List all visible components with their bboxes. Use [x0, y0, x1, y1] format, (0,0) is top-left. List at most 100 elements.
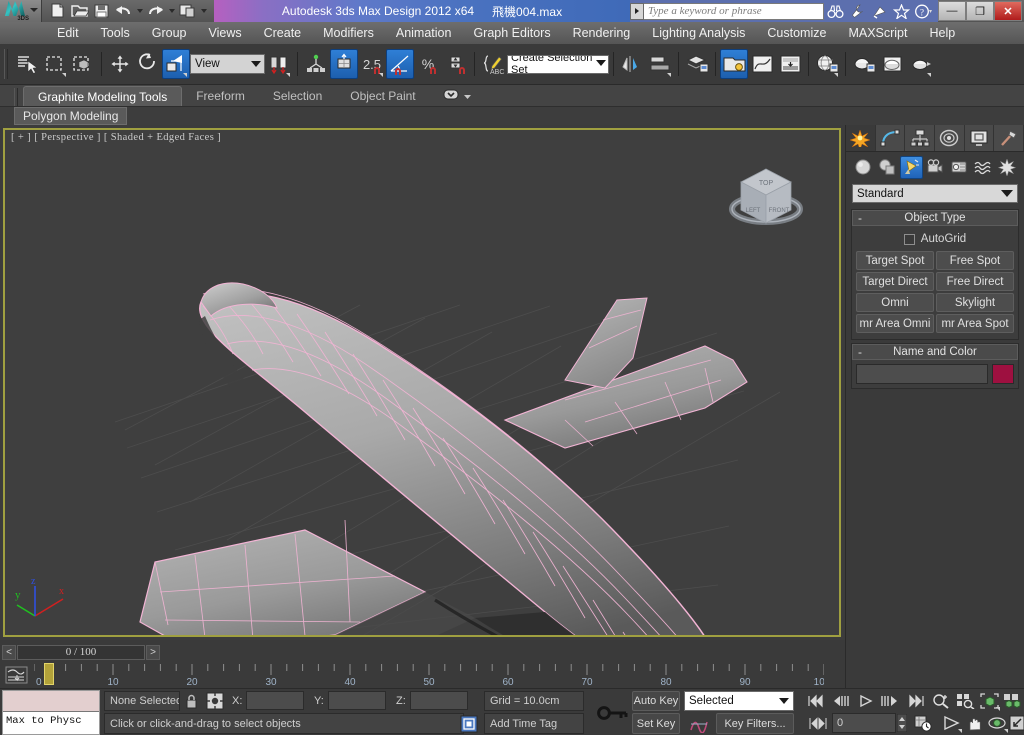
close-button[interactable]: ✕	[994, 1, 1022, 21]
geometry-category[interactable]	[852, 156, 875, 179]
autogrid-row[interactable]: AutoGrid	[856, 233, 1014, 245]
absolute-relative-transform-icon[interactable]	[205, 691, 225, 711]
time-slider-handle[interactable]	[44, 663, 54, 685]
object-color-swatch[interactable]	[992, 364, 1014, 384]
y-coord-field[interactable]	[328, 691, 386, 710]
wrench-icon[interactable]	[846, 1, 868, 21]
menu-item-tools[interactable]: Tools	[90, 22, 141, 44]
set-key-filters-curve-icon[interactable]	[686, 713, 712, 734]
auto-key-button[interactable]: Auto Key	[632, 691, 680, 711]
redo-icon[interactable]	[146, 2, 166, 20]
menu-item-rendering[interactable]: Rendering	[562, 22, 642, 44]
object-type-rollout-header[interactable]: - Object Type	[852, 210, 1018, 226]
free-direct-button[interactable]: Free Direct	[936, 272, 1014, 291]
material-editor-icon[interactable]	[813, 49, 841, 79]
redo-dropdown-icon[interactable]	[169, 9, 175, 13]
pan-view-icon[interactable]	[963, 713, 985, 733]
select-scale-icon[interactable]	[162, 49, 190, 79]
set-key-button[interactable]: Set Key	[632, 713, 680, 734]
light-type-dropdown[interactable]: Standard	[852, 184, 1018, 203]
next-frame-arrow[interactable]: >	[146, 644, 160, 660]
free-spot-button[interactable]: Free Spot	[936, 251, 1014, 270]
field-of-view-icon[interactable]	[940, 713, 962, 733]
search-dropdown-icon[interactable]	[630, 2, 644, 20]
space-warps-category[interactable]	[972, 156, 995, 179]
maximize-button[interactable]: ❐	[966, 1, 994, 21]
select-move-icon[interactable]	[106, 49, 134, 79]
ribbon-panel-polygon-modeling[interactable]: Polygon Modeling	[14, 107, 128, 125]
z-coord-field[interactable]	[410, 691, 468, 710]
zoom-all-icon[interactable]	[954, 691, 976, 711]
perspective-viewport[interactable]: [ + ] [ Perspective ] [ Shaded + Edged F…	[3, 128, 841, 637]
use-pivot-center-icon[interactable]	[265, 49, 293, 79]
select-object-icon[interactable]	[13, 49, 41, 79]
track-bar-ruler[interactable]: 10 20 30 40 50 60 70 80 90 100 0	[34, 662, 824, 688]
menu-item-lighting-analysis[interactable]: Lighting Analysis	[641, 22, 756, 44]
menu-item-help[interactable]: Help	[918, 22, 966, 44]
maxscript-mini-listener[interactable]: Max to Physc	[2, 690, 100, 735]
helpers-category[interactable]	[948, 156, 971, 179]
mr-area-omni-button[interactable]: mr Area Omni	[856, 314, 934, 333]
autogrid-checkbox[interactable]	[903, 233, 915, 245]
rollout-collapse-icon[interactable]: -	[858, 211, 862, 225]
menu-item-create[interactable]: Create	[253, 22, 313, 44]
menu-item-group[interactable]: Group	[141, 22, 198, 44]
rollout-collapse-icon[interactable]: -	[858, 345, 862, 359]
star-icon[interactable]	[890, 1, 912, 21]
ribbon-options-chevron-icon[interactable]	[463, 88, 472, 106]
orbit-icon[interactable]	[986, 713, 1008, 733]
play-animation-button[interactable]	[855, 691, 877, 711]
percent-snap-toggle-icon[interactable]: %	[414, 49, 442, 79]
ribbon-grip[interactable]	[14, 88, 18, 106]
shapes-category[interactable]	[876, 156, 899, 179]
render-setup-icon[interactable]	[850, 49, 878, 79]
key-mode-toggle-icon[interactable]	[592, 691, 634, 734]
mr-area-spot-button[interactable]: mr Area Spot	[936, 314, 1014, 333]
minimize-button[interactable]: —	[938, 1, 966, 21]
create-tab[interactable]	[846, 125, 876, 151]
open-file-icon[interactable]	[70, 2, 90, 20]
angle-snap-icon[interactable]	[386, 49, 414, 79]
spinner-snap-icon[interactable]	[442, 49, 470, 79]
select-by-name-icon[interactable]	[302, 49, 330, 79]
percent-snap-label[interactable]: 2.5	[358, 49, 386, 79]
curve-editor-icon[interactable]	[748, 49, 776, 79]
binoculars-icon[interactable]	[824, 1, 846, 21]
previous-frame-button[interactable]	[830, 691, 852, 711]
new-file-icon[interactable]	[48, 2, 68, 20]
render-production-icon[interactable]	[906, 49, 934, 79]
maximize-viewport-icon[interactable]	[1008, 713, 1024, 733]
undo-icon[interactable]	[114, 2, 134, 20]
viewcube-navigation-widget[interactable]: TOP LEFT FRONT	[721, 155, 811, 240]
save-file-icon[interactable]	[92, 2, 112, 20]
help-icon[interactable]: ?	[912, 1, 934, 21]
add-time-tag-button[interactable]: Add Time Tag	[484, 713, 584, 734]
current-frame-input[interactable]: 0	[832, 713, 896, 733]
goto-end-button[interactable]	[904, 691, 926, 711]
menu-item-maxscript[interactable]: MAXScript	[837, 22, 918, 44]
menu-item-edit[interactable]: Edit	[46, 22, 90, 44]
mirror-icon[interactable]	[618, 49, 646, 79]
ribbon-tab-object-paint[interactable]: Object Paint	[336, 86, 429, 106]
hierarchy-tab[interactable]	[905, 125, 936, 151]
snaps-toggle-icon[interactable]	[330, 49, 358, 79]
key-mode-toggle-button[interactable]	[806, 713, 830, 733]
motion-tab[interactable]	[935, 125, 965, 151]
toggle-scene-explorer-icon[interactable]	[720, 49, 748, 79]
goto-start-button[interactable]	[806, 691, 828, 711]
selection-lock-icon[interactable]	[183, 693, 199, 709]
track-bar[interactable]: 10 20 30 40 50 60 70 80 90 100 0	[0, 662, 845, 688]
ribbon-tab-graphite-modeling-tools[interactable]: Graphite Modeling Tools	[23, 86, 183, 106]
zoom-icon[interactable]	[930, 691, 952, 711]
undo-dropdown-icon[interactable]	[137, 9, 143, 13]
select-region-icon[interactable]	[41, 49, 69, 79]
align-icon[interactable]	[646, 49, 674, 79]
open-mini-curve-editor-icon[interactable]	[4, 665, 30, 685]
frame-spinner[interactable]	[896, 713, 908, 733]
key-mode-dropdown[interactable]: Selected	[684, 691, 794, 711]
next-frame-button[interactable]	[879, 691, 901, 711]
layer-manager-icon[interactable]	[683, 49, 711, 79]
key-filters-button[interactable]: Key Filters...	[716, 713, 794, 734]
menu-item-customize[interactable]: Customize	[756, 22, 837, 44]
app-logo-button[interactable]: 3DS	[0, 0, 42, 22]
